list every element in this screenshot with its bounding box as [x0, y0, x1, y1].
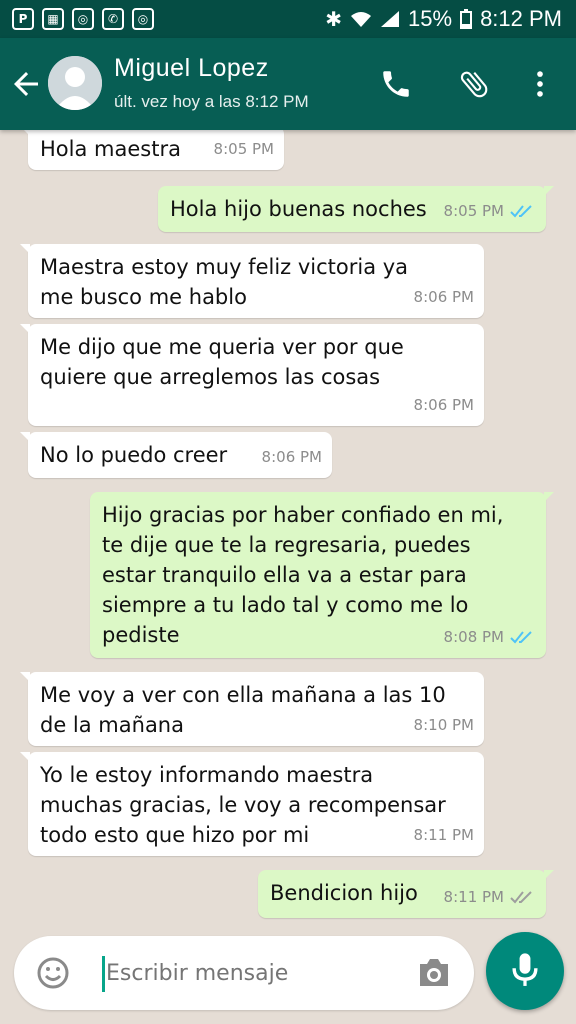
paperclip-icon: [460, 71, 488, 98]
contact-name[interactable]: Miguel Lopez: [114, 54, 269, 83]
text-cursor: [102, 956, 105, 992]
clock: 8:12 PM: [480, 6, 562, 31]
message-text: Me dijo que me queria ver por que: [40, 335, 404, 359]
message-incoming[interactable]: Yo le estoy informando maestra muchas gr…: [20, 752, 484, 856]
message-time: 8:05 PM: [213, 140, 274, 158]
delivered-ticks-icon: [510, 891, 532, 904]
notification-icons: P ▦ ◎ ✆ ◎: [12, 8, 154, 30]
chat-header: Miguel Lopez últ. vez hoy a las 8:12 PM: [0, 38, 576, 130]
wifi-icon: [351, 12, 372, 27]
phone-icon: [383, 71, 409, 97]
status-bar: P ▦ ◎ ✆ ◎ ✱ 15% 8:12 PM: [0, 0, 576, 38]
system-indicators: ✱ 15% 8:12 PM: [325, 6, 562, 32]
message-time: 8:08 PM: [443, 628, 504, 646]
grid-icon: ▦: [42, 8, 64, 30]
message-text: te dije que te la regresaria, puedes: [102, 533, 471, 557]
message-text: de la mañana: [40, 713, 184, 737]
message-outgoing[interactable]: Hijo gracias por haber confiado en mi, t…: [90, 492, 554, 658]
message-time: 8:06 PM: [413, 288, 474, 306]
message-text: quiere que arreglemos las cosas: [40, 365, 381, 389]
message-incoming[interactable]: Maestra estoy muy feliz victoria ya me b…: [20, 244, 484, 318]
battery-icon: [460, 9, 473, 29]
read-ticks-icon: [510, 631, 532, 644]
message-time: 8:11 PM: [413, 826, 474, 844]
message-outgoing[interactable]: Hola hijo buenas noches 8:05 PM: [158, 186, 554, 232]
avatar[interactable]: [48, 56, 102, 110]
message-text: todo esto que hizo por mi: [40, 823, 310, 847]
attach-button[interactable]: [454, 64, 494, 104]
overflow-menu-button[interactable]: [520, 64, 560, 104]
bluetooth-icon: ✱: [325, 8, 343, 31]
message-text: muchas gracias, le voy a recompensar: [40, 793, 446, 817]
microphone-icon: [512, 953, 538, 986]
smiley-icon: [37, 957, 69, 989]
back-button[interactable]: [8, 66, 44, 102]
message-text: Maestra estoy muy feliz victoria ya: [40, 255, 409, 279]
last-seen-status: últ. vez hoy a las 8:12 PM: [114, 92, 309, 111]
camera-button[interactable]: [416, 956, 452, 990]
message-text: Me voy a ver con ella mañana a las 10: [40, 683, 446, 707]
message-incoming[interactable]: No lo puedo creer 8:06 PM: [20, 432, 332, 478]
message-text: Yo le estoy informando maestra: [40, 763, 374, 787]
message-time: 8:11 PM: [443, 888, 504, 906]
call-button[interactable]: [376, 64, 416, 104]
message-incoming[interactable]: Hola maestra 8:05 PM: [20, 126, 284, 170]
more-vert-icon: [537, 71, 543, 97]
camera-icon: [420, 959, 448, 986]
message-text: Hijo gracias por haber confiado en mi,: [102, 503, 504, 527]
message-text: siempre a tu lado tal y como me lo: [102, 593, 469, 617]
default-avatar-icon: [48, 56, 102, 110]
message-composer: [14, 936, 474, 1010]
arrow-left-icon: [14, 72, 38, 96]
pinterest-icon: P: [12, 8, 34, 30]
instagram-icon: ◎: [72, 8, 94, 30]
message-time: 8:05 PM: [443, 202, 504, 220]
message-text: me busco me hablo: [40, 285, 247, 309]
message-time: 8:06 PM: [261, 448, 322, 466]
message-incoming[interactable]: Me dijo que me queria ver por que quiere…: [20, 324, 484, 426]
message-input[interactable]: [106, 950, 406, 996]
message-outgoing[interactable]: Bendicion hijo 8:11 PM: [258, 870, 554, 918]
phone-alert-icon: ✆: [102, 8, 124, 30]
voice-record-button[interactable]: [486, 932, 564, 1010]
message-time: 8:06 PM: [413, 396, 474, 414]
emoji-button[interactable]: [36, 956, 70, 990]
message-time: 8:10 PM: [413, 716, 474, 734]
signal-icon: [381, 11, 400, 27]
instagram-icon: ◎: [132, 8, 154, 30]
battery-percent: 15%: [408, 6, 453, 31]
message-list[interactable]: Hola maestra 8:05 PM Hola hijo buenas no…: [0, 126, 576, 930]
message-incoming[interactable]: Me voy a ver con ella mañana a las 10 de…: [20, 672, 484, 746]
message-text: estar tranquilo ella va a estar para: [102, 563, 467, 587]
read-ticks-icon: [510, 205, 532, 218]
